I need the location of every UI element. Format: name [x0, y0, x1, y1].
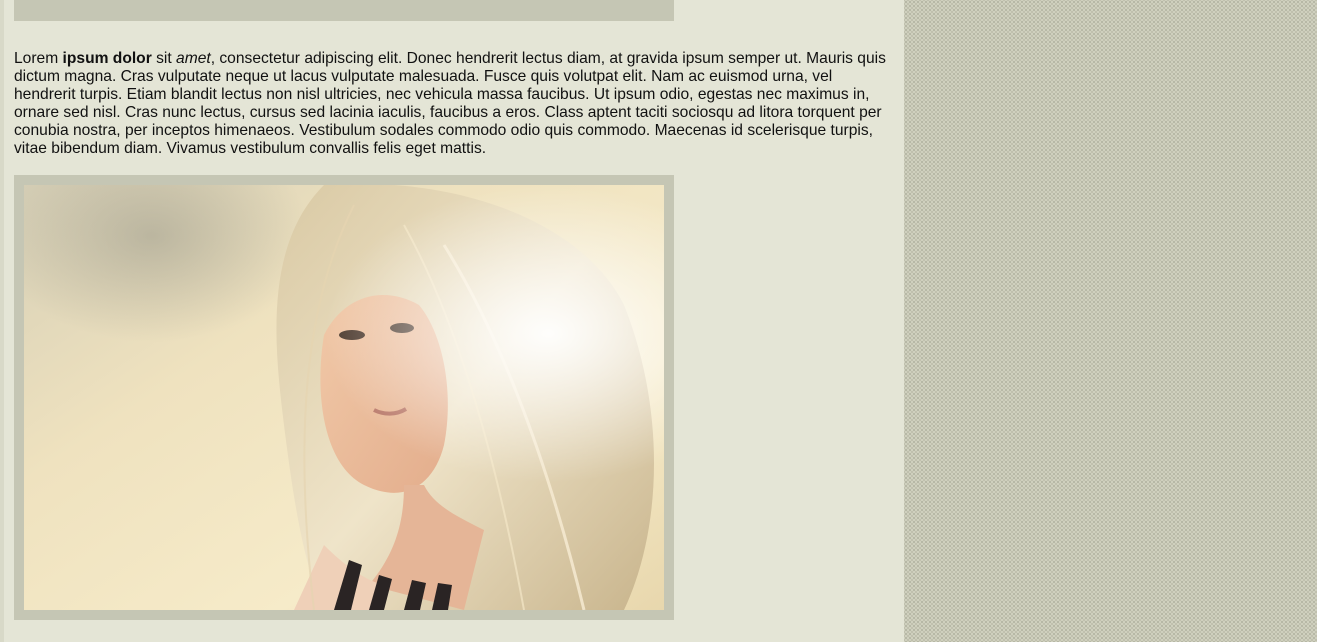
photo-frame-previous	[14, 0, 674, 21]
portrait-photo	[24, 185, 664, 610]
article-paragraph: Lorem ipsum dolor sit amet, consectetur …	[14, 50, 896, 158]
paragraph-bold-text: ipsum dolor	[62, 50, 152, 67]
paragraph-italic-text: amet	[176, 50, 211, 67]
photo-frame-portrait	[14, 175, 674, 620]
left-edge-divider	[0, 0, 4, 642]
content-column: Lorem ipsum dolor sit amet, consectetur …	[0, 0, 904, 642]
paragraph-lead-text: Lorem	[14, 50, 63, 67]
paragraph-middle-text: sit	[151, 50, 177, 67]
